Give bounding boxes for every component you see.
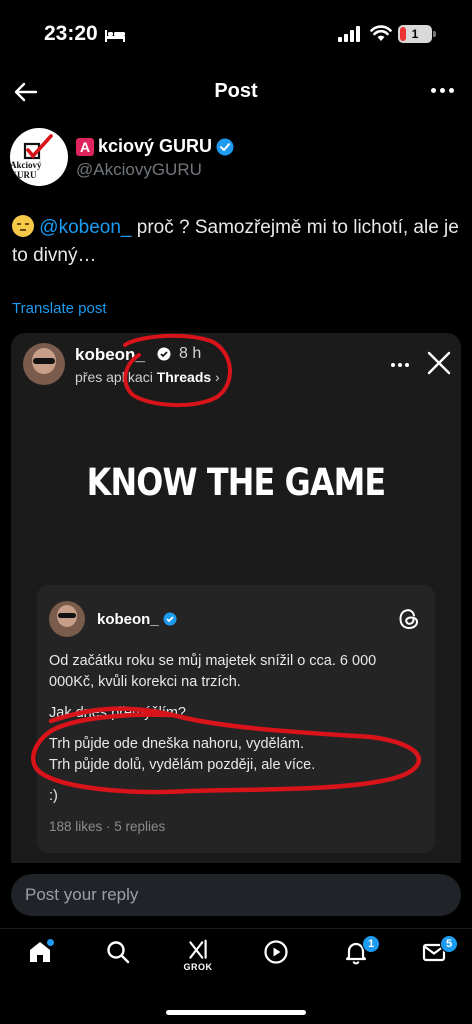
author-name-row[interactable]: A kciový GURU (76, 136, 234, 157)
embedded-time: 8 h (179, 345, 202, 362)
card-paragraph: Trh půjde ode dneška nahoru, vydělám. (49, 736, 304, 752)
embedded-username: kobeon_ (75, 345, 145, 364)
author-avatar[interactable]: Akciový GURU (10, 128, 68, 186)
embedded-post-header: kobeon_ 8 h přes aplikaci Threads › (23, 343, 453, 393)
card-paragraph: :) (49, 788, 58, 804)
embedded-more-icon (391, 363, 409, 367)
embedded-via-app: Threads (156, 369, 212, 385)
card-username: kobeon_ (97, 611, 159, 628)
tab-home[interactable] (22, 939, 58, 979)
embedded-via-text: přes aplikaci (75, 369, 157, 385)
author-name[interactable]: kciový GURU (98, 136, 212, 157)
threads-card: kobeon_ Od začátku roku se můj majetek s… (37, 585, 435, 853)
author-handle[interactable]: @AkciovyGURU (76, 160, 202, 180)
embedded-verified-badge-icon (157, 347, 171, 361)
embedded-via: přes aplikaci Threads › (75, 369, 220, 385)
card-text: Od začátku roku se můj majetek snížil o … (49, 651, 419, 817)
wifi-icon (370, 25, 392, 41)
flushed-face-emoji-icon (12, 215, 34, 237)
notifications-badge: 1 (362, 935, 380, 953)
cellular-signal-icon (338, 26, 360, 42)
mention-link[interactable]: @kobeon_ (39, 217, 131, 238)
status-bar: 23:20 1 (0, 0, 472, 66)
card-verified-badge-icon (163, 612, 177, 626)
embedded-avatar (23, 343, 65, 385)
tab-notifications[interactable]: 1 (338, 935, 380, 979)
home-indicator (166, 1010, 306, 1015)
more-options-icon[interactable] (431, 88, 454, 93)
home-unread-dot (47, 939, 54, 946)
know-the-game-headline: KNOW THE GAME (86, 461, 386, 504)
close-icon (427, 351, 451, 375)
page-title: Post (214, 80, 258, 102)
reply-input[interactable] (25, 874, 445, 916)
battery-fill (400, 27, 406, 41)
battery-indicator: 1 (398, 25, 436, 43)
grok-icon (189, 939, 207, 959)
card-paragraph: Od začátku roku se můj majetek snížil o … (49, 653, 377, 690)
author-name-a-emoji: A (76, 137, 94, 156)
threads-logo-icon (399, 609, 419, 630)
post-author: Akciový GURU A kciový GURU @AkciovyGURU (10, 128, 460, 188)
attached-image[interactable]: kobeon_ 8 h přes aplikaci Threads › KNOW… (11, 333, 461, 863)
verified-badge-icon (216, 138, 234, 155)
reply-bar (11, 874, 461, 916)
sleep-mode-icon (105, 30, 125, 42)
tab-grok[interactable]: GROK (180, 939, 216, 979)
bottom-tab-bar: GROK 1 5 (0, 928, 472, 988)
tab-messages[interactable]: 5 (416, 935, 458, 979)
grok-label: GROK (183, 962, 213, 972)
post-text: @kobeon_ proč ? Samozřejmě mi to lichotí… (12, 214, 460, 270)
battery-level: 1 (411, 27, 419, 41)
checkmark-logo-icon (23, 134, 53, 160)
card-paragraph: Trh půjde dolů, vydělám později, ale víc… (49, 757, 316, 773)
messages-badge: 5 (440, 935, 458, 953)
play-circle-icon (264, 940, 288, 964)
card-stats: 188 likes · 5 replies (49, 819, 166, 834)
card-avatar (49, 601, 85, 637)
translate-post-link[interactable]: Translate post (12, 300, 107, 317)
search-icon (107, 941, 130, 964)
tab-video[interactable] (258, 939, 294, 979)
card-paragraph: Jak dnes přemýšlím? (49, 705, 186, 721)
tab-search[interactable] (100, 939, 136, 979)
top-bar: Post (0, 66, 472, 118)
status-time: 23:20 (44, 22, 98, 45)
